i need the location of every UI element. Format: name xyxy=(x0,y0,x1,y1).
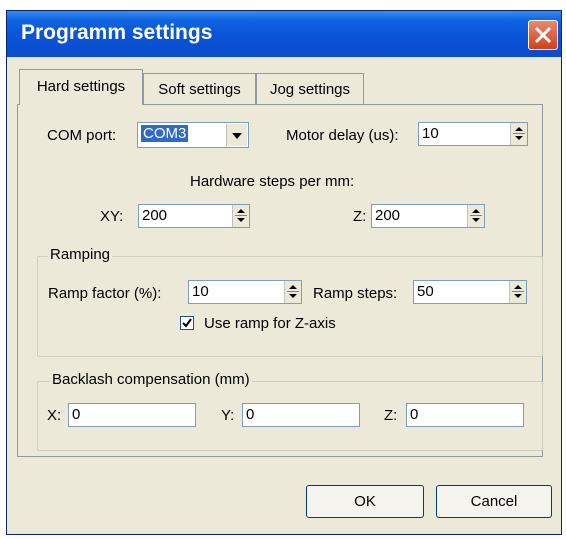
xy-steps-field[interactable]: 200 xyxy=(138,204,250,228)
tab-hard-settings[interactable]: Hard settings xyxy=(19,69,143,105)
cancel-button-label: Cancel xyxy=(470,493,518,510)
backlash-y-field[interactable]: 0 xyxy=(242,403,360,427)
close-icon xyxy=(534,26,552,44)
title-bar[interactable]: Programm settings xyxy=(7,11,561,57)
z-steps-field[interactable]: 200 xyxy=(371,204,485,228)
checkmark-icon xyxy=(182,318,192,328)
window-title: Programm settings xyxy=(21,21,213,44)
z-steps-value: 200 xyxy=(375,207,401,224)
backlash-z-label: Z: xyxy=(384,407,398,424)
close-button[interactable] xyxy=(528,20,558,50)
backlash-group-label: Backlash compensation (mm) xyxy=(50,371,252,388)
ramping-group: Ramping xyxy=(37,246,543,357)
z-steps-spinner[interactable] xyxy=(467,205,484,227)
ramp-steps-label: Ramp steps: xyxy=(313,285,398,302)
backlash-x-label: X: xyxy=(47,407,62,424)
com-port-value: COM3 xyxy=(141,125,189,142)
hardware-steps-heading: Hardware steps per mm: xyxy=(190,173,355,190)
cancel-button[interactable]: Cancel xyxy=(436,485,552,518)
tab-label: Hard settings xyxy=(36,78,126,95)
ramp-z-axis-label: Use ramp for Z-axis xyxy=(204,315,336,332)
z-steps-label: Z: xyxy=(353,208,367,225)
ok-button-label: OK xyxy=(354,493,376,510)
ramp-z-axis-checkbox[interactable] xyxy=(180,316,194,330)
ramp-steps-field[interactable]: 50 xyxy=(413,280,527,304)
tab-soft-settings[interactable]: Soft settings xyxy=(143,73,256,104)
backlash-z-value: 0 xyxy=(410,406,419,423)
com-port-label: COM port: xyxy=(47,127,117,144)
backlash-x-field[interactable]: 0 xyxy=(68,403,196,427)
xy-steps-label: XY: xyxy=(100,208,124,225)
xy-steps-value: 200 xyxy=(142,207,168,224)
ramping-group-label: Ramping xyxy=(48,246,113,263)
ramp-factor-value: 10 xyxy=(192,283,209,300)
motor-delay-label: Motor delay (us): xyxy=(286,127,399,144)
chevron-down-icon xyxy=(232,133,242,139)
xy-steps-spinner[interactable] xyxy=(232,205,249,227)
com-port-select[interactable]: COM3 xyxy=(137,122,249,148)
tab-label: Soft settings xyxy=(158,81,241,98)
tab-label: Jog settings xyxy=(269,81,351,98)
settings-dialog: Programm settings Hard settings Soft set… xyxy=(6,10,562,535)
ramp-factor-spinner[interactable] xyxy=(284,281,301,303)
backlash-y-label: Y: xyxy=(221,407,235,424)
motor-delay-field[interactable]: 10 xyxy=(418,122,528,146)
ramp-factor-field[interactable]: 10 xyxy=(188,280,302,304)
motor-delay-value: 10 xyxy=(422,125,439,142)
ok-button[interactable]: OK xyxy=(306,485,424,518)
backlash-x-value: 0 xyxy=(72,406,81,423)
backlash-z-field[interactable]: 0 xyxy=(406,403,524,427)
dropdown-button[interactable] xyxy=(226,124,247,146)
motor-delay-spinner[interactable] xyxy=(510,123,527,145)
ramp-steps-spinner[interactable] xyxy=(509,281,526,303)
backlash-y-value: 0 xyxy=(246,406,255,423)
tab-jog-settings[interactable]: Jog settings xyxy=(256,73,364,104)
ramp-factor-label: Ramp factor (%): xyxy=(48,285,162,302)
ramp-steps-value: 50 xyxy=(417,283,434,300)
